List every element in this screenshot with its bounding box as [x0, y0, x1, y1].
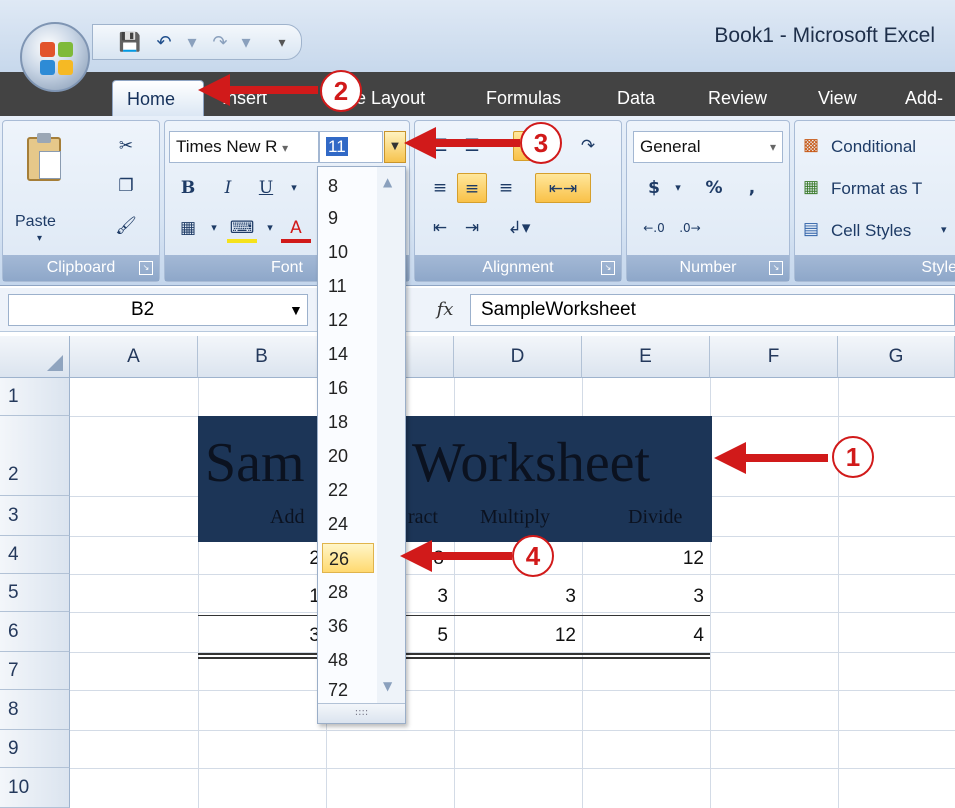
arrow-2-icon — [198, 74, 318, 106]
arrow-4-icon — [400, 540, 512, 572]
annotation-arrows — [198, 74, 828, 572]
arrow-1-icon — [714, 442, 828, 474]
callout-2: 2 — [320, 70, 362, 112]
callout-3: 3 — [520, 122, 562, 164]
arrow-3-icon — [404, 127, 520, 159]
callout-4: 4 — [512, 535, 554, 577]
callout-1: 1 — [832, 436, 874, 478]
